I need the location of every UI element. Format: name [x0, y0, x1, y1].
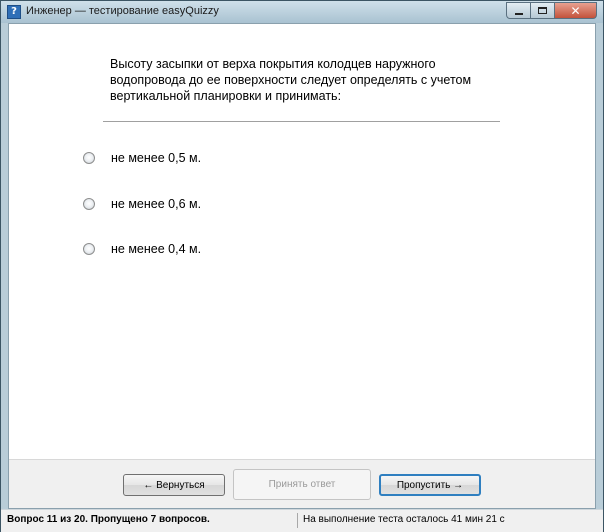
question-text: Высоту засыпки от верха покрытия колодце…: [110, 57, 472, 103]
question-divider: [103, 121, 500, 122]
answer-option-2[interactable]: не менее 0,6 м.: [81, 196, 201, 212]
help-question-icon: ?: [7, 5, 21, 19]
skip-button[interactable]: Пропустить →: [379, 474, 481, 496]
answer-option-3[interactable]: не менее 0,4 м.: [81, 241, 201, 257]
answer-label-2[interactable]: не менее 0,6 м.: [111, 197, 201, 211]
title-bar[interactable]: ? Инженер — тестирование easyQuizzy ✕: [1, 1, 603, 23]
back-button[interactable]: ← Вернуться: [123, 474, 225, 496]
maximize-button[interactable]: [531, 2, 555, 19]
answer-label-3[interactable]: не менее 0,4 м.: [111, 242, 201, 256]
window-title: Инженер — тестирование easyQuizzy: [26, 5, 219, 17]
close-button[interactable]: ✕: [555, 2, 597, 19]
app-window: ? Инженер — тестирование easyQuizzy ✕ Вы…: [0, 0, 604, 532]
minimize-icon: [514, 12, 523, 15]
progress-status: Вопрос 11 из 20. Пропущено 7 вопросов.: [7, 514, 210, 525]
button-panel: ← Вернуться Принять ответ Пропустить →: [9, 459, 595, 508]
minimize-button[interactable]: [506, 2, 531, 19]
radio-button-2[interactable]: [83, 198, 95, 210]
accept-answer-button[interactable]: Принять ответ: [233, 469, 371, 500]
window-controls: ✕: [506, 2, 597, 20]
answer-option-1[interactable]: не менее 0,5 м.: [81, 150, 201, 166]
maximize-icon: [538, 7, 547, 14]
radio-button-1[interactable]: [83, 152, 95, 164]
status-separator: [297, 513, 298, 528]
answer-label-1[interactable]: не менее 0,5 м.: [111, 151, 201, 165]
time-remaining: На выполнение теста осталось 41 мин 21 с: [303, 514, 505, 525]
close-icon: ✕: [570, 3, 581, 18]
status-bar: Вопрос 11 из 20. Пропущено 7 вопросов. Н…: [1, 509, 603, 532]
radio-button-3[interactable]: [83, 243, 95, 255]
